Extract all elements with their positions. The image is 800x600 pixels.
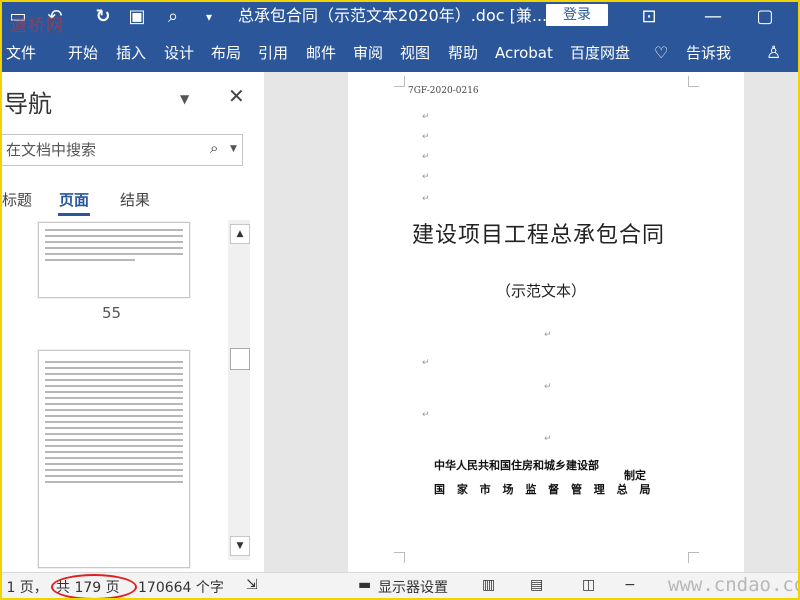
print-layout-icon[interactable]: ▤ (530, 577, 543, 593)
title-bar: ▭ ↶ ↻ ▣ ⌕ ▾ 道桥网 总承包合同（示范文本2020年）.doc [兼.… (2, 2, 798, 36)
current-page-indicator[interactable]: 第 1 页， (2, 577, 48, 597)
tab-review[interactable]: 审阅 (353, 36, 383, 72)
paragraph-mark: ↵ (544, 434, 552, 444)
tab-design[interactable]: 设计 (164, 36, 194, 72)
scrollbar-thumb[interactable] (230, 348, 250, 370)
tab-home[interactable]: 开始 (68, 36, 98, 72)
redo-icon[interactable]: ↻ (92, 6, 114, 28)
search-input[interactable] (4, 138, 198, 162)
active-tab-indicator (58, 213, 90, 216)
margin-corner-mark (688, 552, 699, 563)
margin-corner-mark (394, 552, 405, 563)
tab-baidu-netdisk[interactable]: 百度网盘 (570, 36, 630, 72)
paragraph-mark: ↵ (544, 330, 552, 340)
tab-acrobat[interactable]: Acrobat (495, 36, 553, 72)
chevron-down-icon[interactable]: ▼ (180, 92, 189, 106)
tab-headings[interactable]: 标题 (2, 189, 32, 210)
word-count[interactable]: 170664 个字 (138, 577, 224, 597)
thumbnail-scrollbar[interactable] (228, 220, 250, 560)
tab-file[interactable]: 文件 (6, 36, 36, 72)
paragraph-mark: ↵ (422, 358, 430, 368)
paragraph-mark: ↵ (422, 112, 430, 122)
paragraph-mark: ↵ (422, 132, 430, 142)
read-mode-icon[interactable]: ▥ (482, 577, 495, 593)
paragraph-mark: ↵ (422, 152, 430, 162)
tab-layout[interactable]: 布局 (211, 36, 241, 72)
document-page[interactable]: 7GF-2020-0216 ↵ ↵ ↵ ↵ ↵ 建设项目工程总承包合同 （示范文… (348, 72, 744, 572)
margin-corner-mark (688, 76, 699, 87)
paragraph-mark: ↵ (422, 194, 430, 204)
page-thumbnail[interactable] (38, 222, 190, 298)
display-settings-button[interactable]: 显示器设置 (378, 577, 448, 597)
annotation-circle (51, 574, 137, 598)
tab-help[interactable]: 帮助 (448, 36, 478, 72)
site-watermark: www.cndao.com (668, 574, 798, 596)
search-icon[interactable]: ⌕ (210, 139, 218, 157)
restore-icon[interactable]: ▢ (754, 6, 776, 28)
tab-view[interactable]: 视图 (400, 36, 430, 72)
tab-insert[interactable]: 插入 (116, 36, 146, 72)
tab-references[interactable]: 引用 (258, 36, 288, 72)
focus-mode-icon[interactable]: ⇲ (246, 577, 258, 593)
print-preview-icon[interactable]: ⌕ (162, 6, 184, 28)
share-person-icon[interactable]: ♙ (766, 36, 781, 72)
touch-mode-icon[interactable]: ▣ (126, 6, 148, 28)
monitor-icon: ▬ (358, 577, 372, 593)
issuer-market-regulation: 国 家 市 场 监 督 管 理 总 局 (434, 483, 654, 496)
paragraph-mark: ↵ (422, 172, 430, 182)
tab-results[interactable]: 结果 (120, 189, 150, 210)
status-bar: 第 1 页， 共 179 页 170664 个字 ⇲ ▬ 显示器设置 ▥ ▤ ◫… (2, 572, 798, 598)
document-title: 总承包合同（示范文本2020年）.doc [兼... (238, 6, 548, 25)
navigation-pane: 导航 ▼ ✕ ⌕ ▼ 标题 页面 结果 55 ▲ ▼ (2, 72, 264, 572)
nav-search-box: ⌕ ▼ (2, 134, 243, 166)
document-area: 7GF-2020-0216 ↵ ↵ ↵ ↵ ↵ 建设项目工程总承包合同 （示范文… (264, 72, 798, 572)
issued-by-label: 制定 (624, 469, 646, 482)
customize-toolbar-icon[interactable]: ▾ (202, 6, 216, 28)
tab-pages[interactable]: 页面 (59, 189, 89, 210)
scroll-down-icon[interactable]: ▼ (230, 536, 250, 556)
scroll-up-icon[interactable]: ▲ (230, 224, 250, 244)
ribbon-tabs: 文件 开始 插入 设计 布局 引用 邮件 审阅 视图 帮助 Acrobat 百度… (2, 36, 798, 72)
thumbnail-page-number: 55 (102, 304, 122, 322)
paragraph-mark: ↵ (422, 410, 430, 420)
tab-mailings[interactable]: 邮件 (306, 36, 336, 72)
zoom-out-icon[interactable]: − (624, 577, 636, 593)
issuer-ministry: 中华人民共和国住房和城乡建设部 (434, 459, 599, 472)
ribbon-display-icon[interactable]: ⊡ (638, 6, 660, 28)
close-icon[interactable]: ✕ (228, 84, 245, 108)
web-layout-icon[interactable]: ◫ (582, 577, 595, 593)
watermark-logo: 道桥网 (10, 16, 64, 36)
document-code: 7GF-2020-0216 (408, 86, 479, 96)
nav-pane-title: 导航 (4, 90, 52, 118)
login-button[interactable]: 登录 (546, 4, 608, 26)
paragraph-mark: ↵ (544, 382, 552, 392)
minimize-icon[interactable]: — (702, 6, 724, 28)
document-subheading: （示范文本） (496, 282, 587, 300)
page-thumbnail[interactable] (38, 350, 190, 568)
margin-corner-mark (394, 76, 405, 87)
document-heading: 建设项目工程总承包合同 (412, 223, 666, 248)
search-options-icon[interactable]: ▼ (230, 144, 237, 154)
lightbulb-icon[interactable]: ♡ (654, 36, 668, 72)
tell-me-button[interactable]: 告诉我 (686, 36, 731, 72)
word-window: ▭ ↶ ↻ ▣ ⌕ ▾ 道桥网 总承包合同（示范文本2020年）.doc [兼.… (0, 0, 800, 600)
